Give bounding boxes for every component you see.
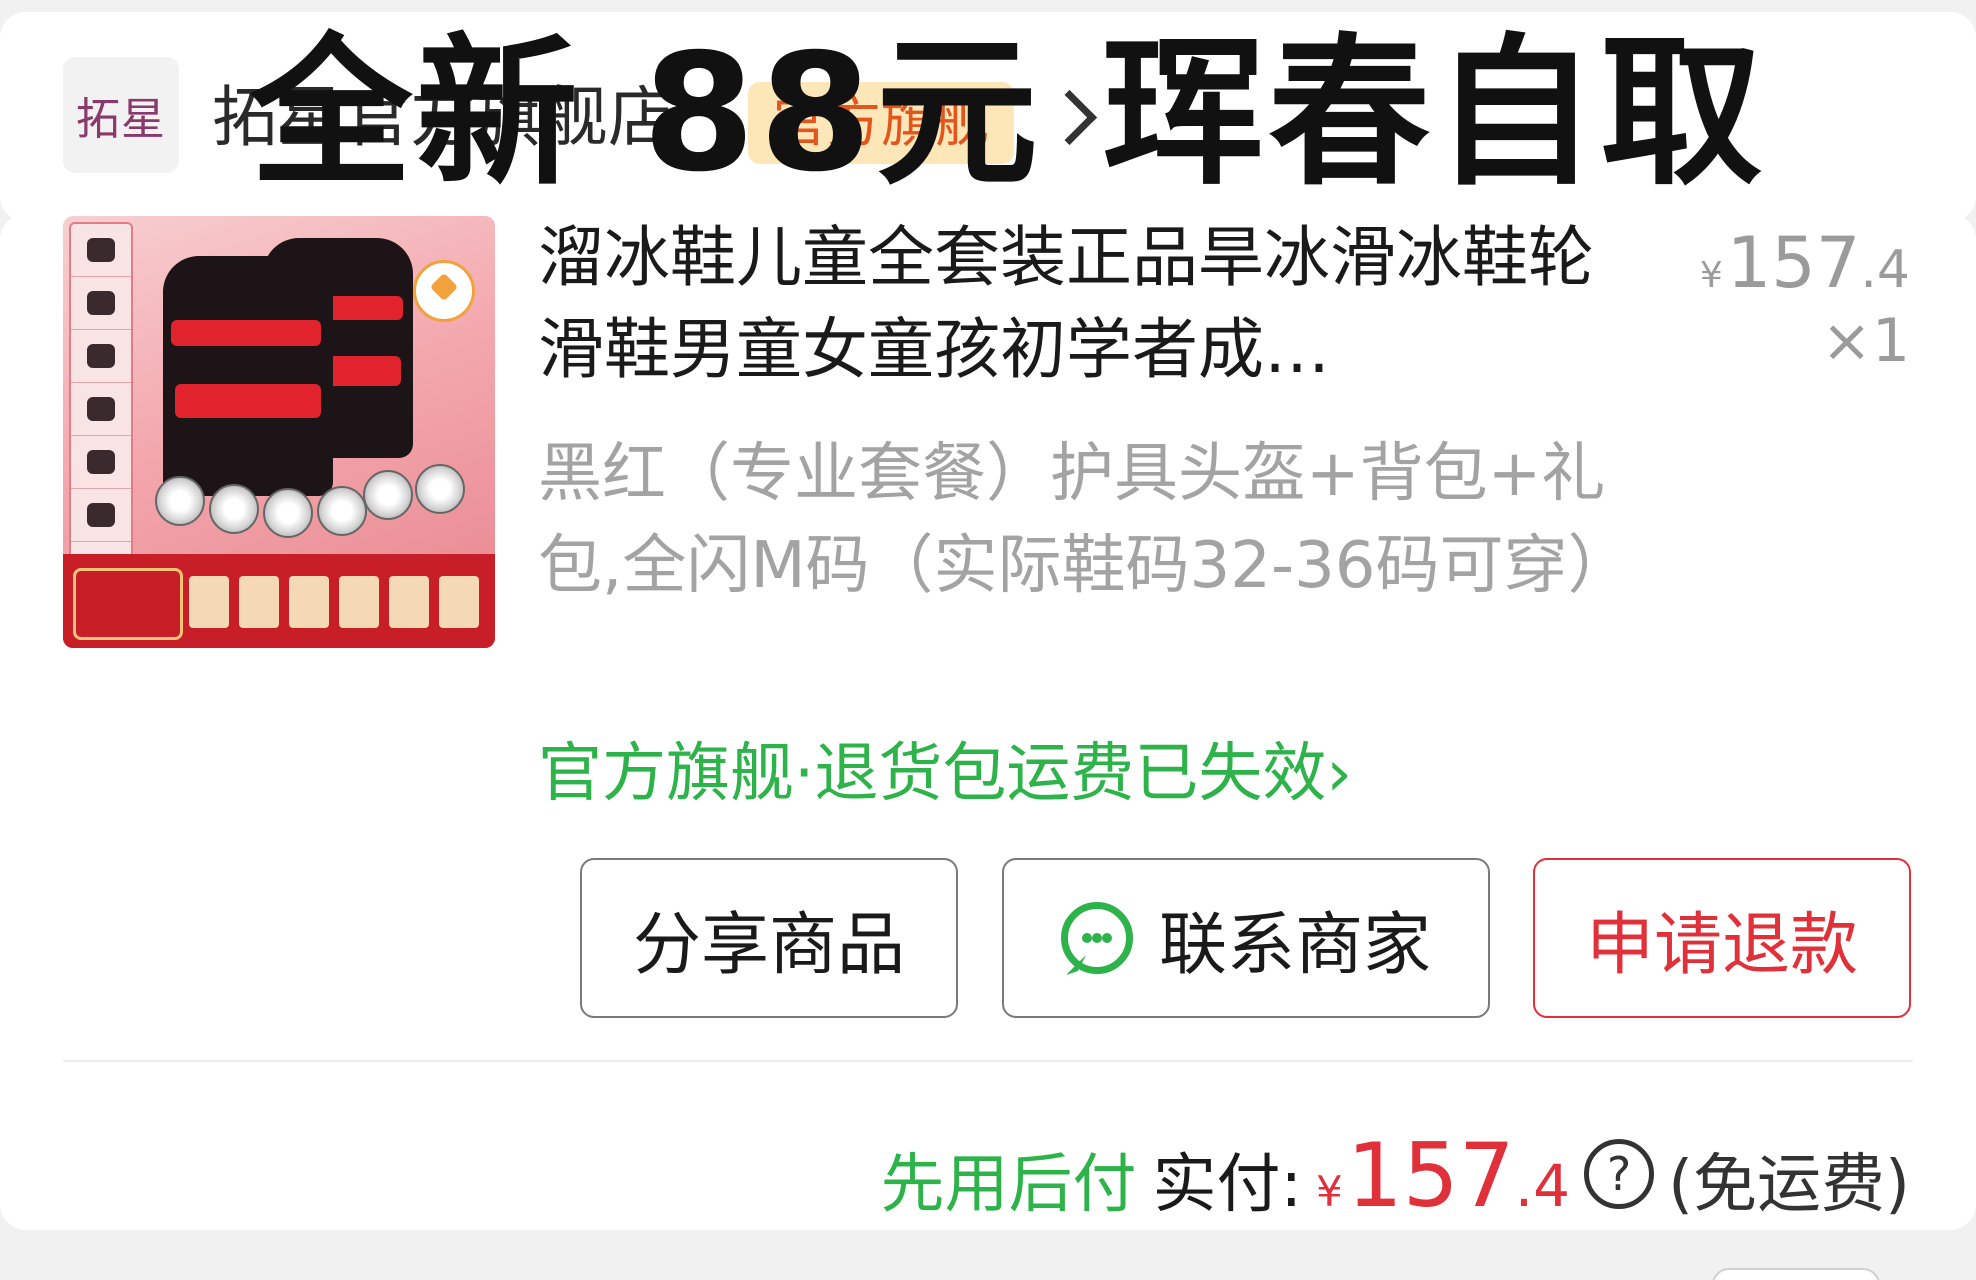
question-circle-icon[interactable]: ? [1584,1139,1655,1209]
order-detail-page: 拓星 拓星官方旗舰店 官方旗舰 溜冰鞋儿童全套装正品旱冰滑冰鞋轮滑鞋男童女童孩初… [0,0,1976,1280]
unit-price: ¥157.4 [1700,222,1910,304]
product-image[interactable] [63,216,495,648]
quantity: ×1 [1821,306,1910,376]
actual-paid-amount: ¥157.4 [1316,1124,1570,1227]
paid-integer: 157 [1346,1124,1515,1227]
share-product-button[interactable]: 分享商品 [580,858,958,1018]
actual-paid-label: 实付: [1152,1148,1303,1222]
product-title[interactable]: 溜冰鞋儿童全套装正品旱冰滑冰鞋轮滑鞋男童女童孩初学者成… [538,212,1598,396]
package-banner [63,554,495,648]
next-card-edge [1712,1268,1880,1280]
contact-seller-button[interactable]: 联系商家 [1002,858,1490,1018]
request-refund-label: 申请退款 [1585,905,1858,985]
return-policy-link[interactable]: 官方旗舰·退货包运费已失效› [538,728,1352,820]
overlay-caption: 全新 88元 珲春自取 [250,20,1767,208]
pay-later-label[interactable]: 先用后付 [880,1133,1136,1225]
paid-currency: ¥ [1316,1167,1343,1216]
warranty-heart-icon [413,260,475,322]
product-variant: 黑红（专业套餐）护具头盔+背包+礼包,全闪M码（实际鞋码32-36码可穿） [538,437,1632,603]
accessory-list-graphic [69,222,133,566]
request-refund-button[interactable]: 申请退款 [1533,858,1911,1018]
unit-price-decimal: .4 [1860,240,1910,300]
free-shipping-label: (免运费) [1668,1148,1910,1222]
payment-summary: 先用后付 实付: ¥157.4 ? (免运费) [880,1124,1910,1227]
chat-bubble-icon [1060,902,1133,974]
store-logo[interactable]: 拓星 [63,57,179,173]
contact-seller-label: 联系商家 [1158,905,1431,985]
share-product-label: 分享商品 [632,905,905,985]
chevron-right-icon: › [1326,737,1352,811]
return-policy-text: 官方旗舰·退货包运费已失效 [538,737,1327,811]
unit-price-integer: 157 [1726,222,1861,304]
paid-decimal: .4 [1514,1152,1571,1220]
divider [63,1060,1913,1062]
unit-price-currency: ¥ [1699,255,1723,296]
